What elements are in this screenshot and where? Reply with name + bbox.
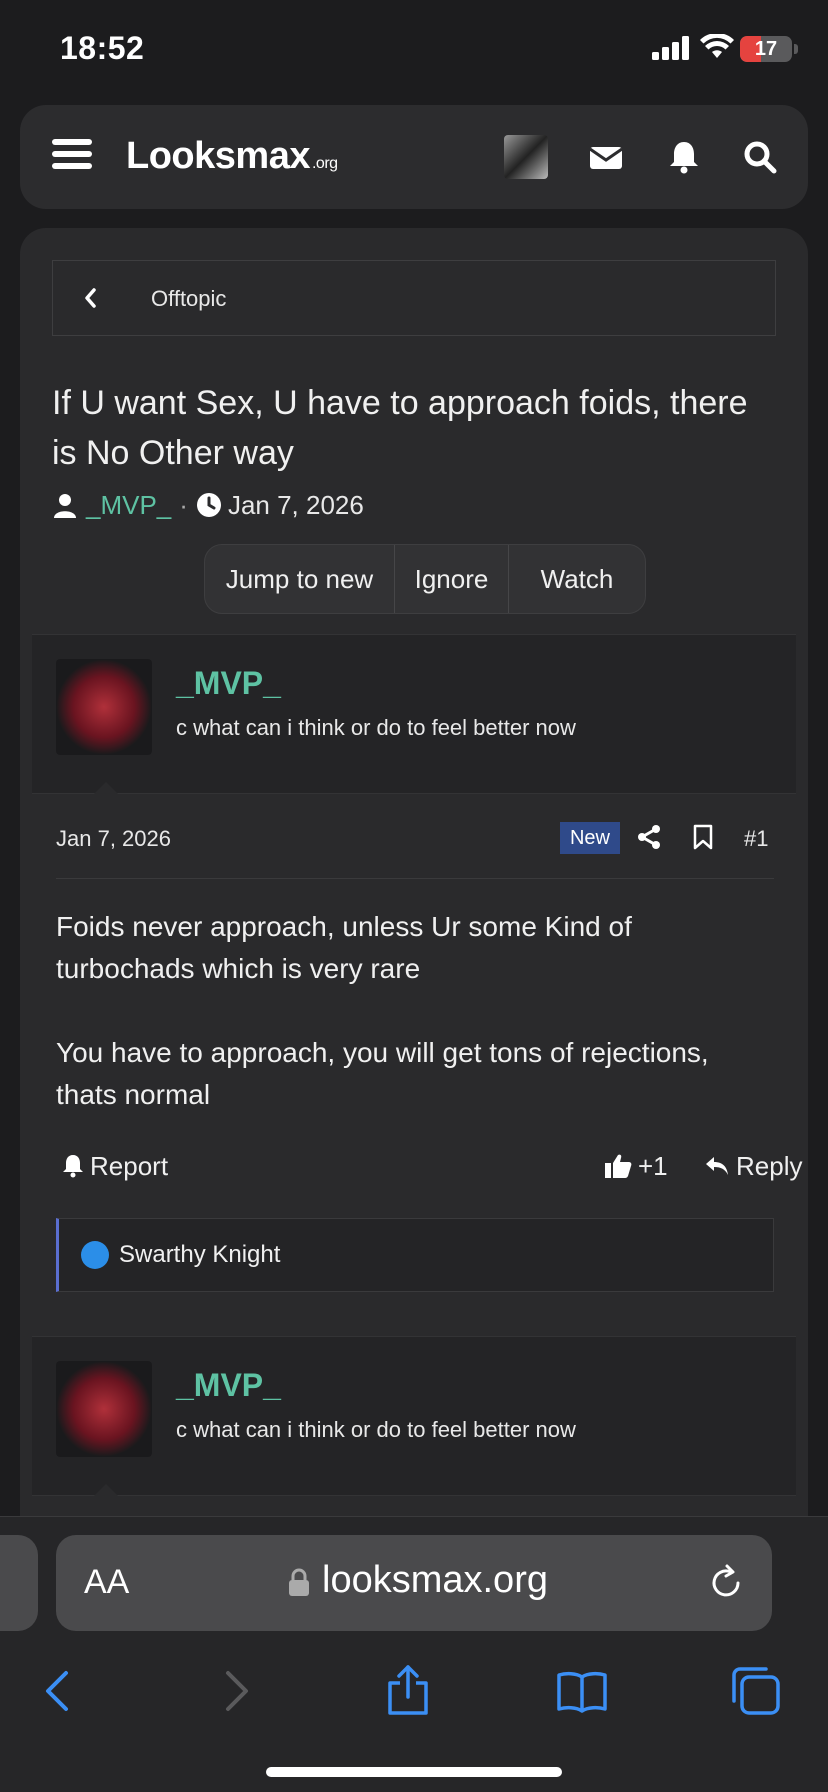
logo-text: Looksmax: [126, 135, 310, 177]
thread-title: If U want Sex, U have to approach foids,…: [52, 384, 748, 472]
report-label: Report: [90, 1150, 169, 1181]
home-indicator[interactable]: [266, 1767, 562, 1777]
thread-date: Jan 7, 2026: [227, 489, 364, 520]
post-number[interactable]: #1: [744, 826, 768, 852]
bookmark-icon[interactable]: [690, 824, 716, 850]
reload-icon[interactable]: [706, 1563, 746, 1603]
text-size-button[interactable]: AA: [84, 1563, 129, 1602]
previous-tab-preview[interactable]: [0, 1535, 38, 1631]
post-username[interactable]: _MVP_: [176, 1367, 281, 1404]
thread-container: Offtopic If U want Sex, U have to approa…: [20, 228, 808, 1528]
bell-icon[interactable]: [666, 139, 702, 175]
reply-label: Reply: [736, 1150, 803, 1181]
post-date[interactable]: Jan 7, 2026: [56, 826, 171, 852]
site-logo[interactable]: Looksmax .org: [126, 135, 338, 178]
address-bar[interactable]: AA looksmax.org: [56, 1535, 772, 1631]
post-paragraph: You have to approach, you will get tons …: [56, 1037, 709, 1110]
ignore-button[interactable]: Ignore: [395, 545, 509, 613]
url-text[interactable]: looksmax.org: [322, 1559, 548, 1602]
post-paragraph: Foids never approach, unless Ur some Kin…: [56, 911, 632, 984]
tabs-icon[interactable]: [730, 1665, 782, 1717]
reply-button[interactable]: Reply: [704, 1146, 802, 1186]
back-icon[interactable]: [32, 1665, 84, 1717]
report-button[interactable]: Report: [62, 1146, 168, 1186]
post-user-header: _MVP_ c what can i think or do to feel b…: [32, 634, 796, 794]
logo-suffix: .org: [311, 155, 338, 172]
post-arrow: [84, 1484, 128, 1506]
avatar[interactable]: [56, 659, 152, 755]
meta-separator: ·: [179, 489, 188, 520]
clock-icon: [196, 493, 221, 517]
menu-icon[interactable]: [52, 139, 92, 175]
status-time: 18:52: [60, 30, 145, 66]
like-count: +1: [638, 1150, 668, 1181]
reply-icon: [706, 1157, 728, 1175]
post-user-title: c what can i think or do to feel better …: [176, 1417, 576, 1442]
share-icon[interactable]: [382, 1665, 434, 1717]
thumbs-up-icon: [605, 1154, 632, 1178]
user-icon: [54, 494, 76, 518]
user-avatar[interactable]: [504, 135, 548, 179]
post-body: Foids never approach, unless Ur some Kin…: [56, 906, 776, 1158]
bookmarks-icon[interactable]: [556, 1665, 608, 1717]
like-button[interactable]: +1: [604, 1146, 668, 1186]
avatar[interactable]: [56, 1361, 152, 1457]
new-badge: New: [560, 822, 620, 854]
forward-icon[interactable]: [210, 1665, 262, 1717]
search-icon[interactable]: [742, 139, 778, 175]
wifi-icon: [700, 34, 734, 58]
watch-button[interactable]: Watch: [509, 545, 645, 613]
battery-icon: 17: [740, 36, 792, 62]
chevron-left-icon: [85, 288, 96, 308]
jump-to-new-button[interactable]: Jump to new: [205, 545, 395, 613]
status-bar: 18:52 17: [0, 0, 828, 96]
post-user-header: _MVP_ c what can i think or do to feel b…: [32, 1336, 796, 1496]
site-header: Looksmax .org: [20, 105, 808, 209]
thread-author[interactable]: _MVP_: [86, 490, 171, 521]
post-user-title: c what can i think or do to feel better …: [176, 715, 576, 740]
post-actions: Report +1 Reply: [56, 1146, 802, 1186]
battery-tip: [794, 44, 798, 54]
post-arrow: [84, 782, 128, 804]
thread-actions: Jump to new Ignore Watch: [204, 544, 646, 614]
reactions-bar[interactable]: Swarthy Knight: [56, 1218, 774, 1292]
envelope-icon[interactable]: [588, 139, 624, 175]
post-divider: [56, 878, 774, 879]
breadcrumb[interactable]: Offtopic: [52, 260, 776, 336]
reactions-users[interactable]: Swarthy Knight: [119, 1241, 280, 1269]
battery-percent: 17: [754, 38, 778, 60]
lock-icon: [289, 1568, 309, 1596]
thread-meta: _MVP_ · Jan 7, 2026: [52, 490, 364, 520]
like-reaction-icon: [81, 1241, 109, 1269]
breadcrumb-label: Offtopic: [151, 286, 227, 311]
browser-toolbar: AA looksmax.org: [0, 1516, 828, 1792]
cellular-signal-icon: [652, 36, 689, 60]
bell-icon: [63, 1155, 83, 1178]
share-icon[interactable]: [636, 824, 662, 850]
post-username[interactable]: _MVP_: [176, 665, 281, 702]
